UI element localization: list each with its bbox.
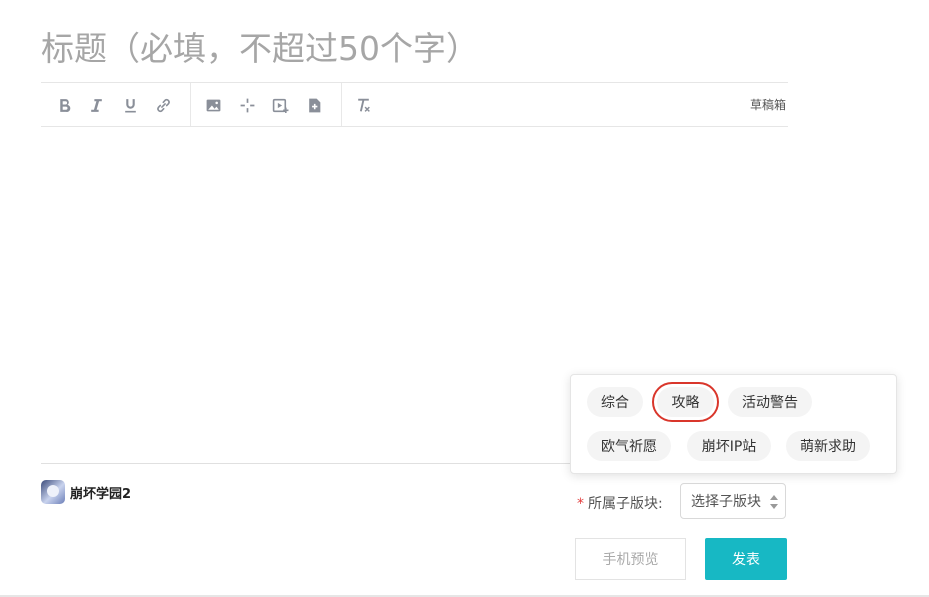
subforum-label: * 所属子版块: — [577, 493, 663, 513]
subforum-select[interactable]: 选择子版块 — [680, 483, 786, 519]
editor-toolbar: 草稿箱 — [41, 82, 788, 127]
subforum-option-guide[interactable]: 攻略 — [652, 382, 719, 422]
select-arrows-icon — [770, 495, 778, 509]
required-mark: * — [577, 496, 584, 512]
link-icon[interactable] — [152, 94, 174, 116]
underline-icon[interactable] — [119, 94, 141, 116]
clear-group — [342, 83, 402, 126]
bold-icon[interactable] — [53, 94, 75, 116]
divider-icon[interactable] — [236, 94, 258, 116]
subforum-option-newbie-help[interactable]: 萌新求助 — [786, 431, 870, 461]
subforum-option-general[interactable]: 综合 — [587, 387, 643, 417]
subforum-option-event-alert[interactable]: 活动警告 — [728, 387, 812, 417]
clear-format-icon[interactable] — [352, 94, 374, 116]
forum-logo-icon — [41, 480, 65, 504]
subforum-dropdown: 综合 攻略 活动警告 欧气祈愿 崩坏IP站 萌新求助 — [570, 374, 897, 474]
mobile-preview-button[interactable]: 手机预览 — [575, 538, 686, 580]
draft-box-link[interactable]: 草稿箱 — [750, 96, 786, 113]
video-icon[interactable] — [269, 94, 291, 116]
add-file-icon[interactable] — [303, 94, 325, 116]
subforum-label-text: 所属子版块: — [588, 496, 663, 512]
image-icon[interactable] — [202, 94, 224, 116]
italic-icon[interactable] — [85, 94, 107, 116]
format-group — [41, 83, 189, 126]
title-input[interactable] — [41, 22, 787, 74]
subforum-option-ip-station[interactable]: 崩坏IP站 — [687, 431, 771, 461]
insert-group — [191, 83, 341, 126]
forum-info: 崩坏学园2 — [41, 480, 131, 504]
subforum-option-luck-wish[interactable]: 欧气祈愿 — [587, 431, 671, 461]
forum-name: 崩坏学园2 — [70, 486, 132, 502]
publish-button[interactable]: 发表 — [705, 538, 787, 580]
subforum-select-value: 选择子版块 — [691, 494, 761, 510]
